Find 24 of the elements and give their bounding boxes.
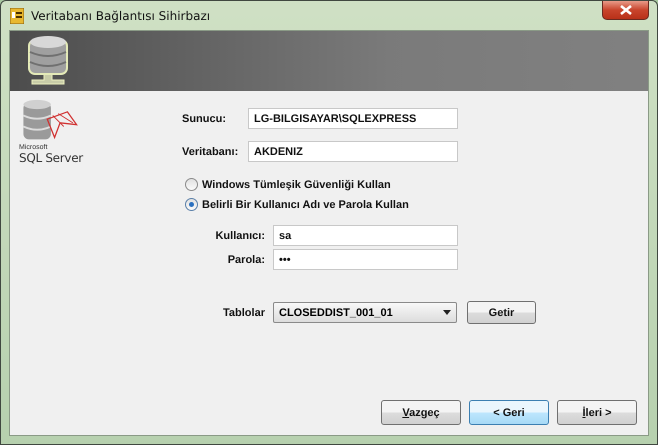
field-label: Sunucu: xyxy=(182,112,227,124)
close-icon xyxy=(620,5,632,15)
wizard-button[interactable]: < Geri xyxy=(469,400,549,425)
close-button[interactable] xyxy=(602,1,649,20)
app-icon xyxy=(10,8,24,24)
field-label: Tablolar xyxy=(222,306,265,318)
radio-label: Windows Tümleşik Güvenliği Kullan xyxy=(202,178,391,190)
radio-button[interactable] xyxy=(185,198,198,211)
wizard-button[interactable]: Vazgeç xyxy=(381,400,461,425)
wizard-button[interactable]: İleri > xyxy=(557,400,637,425)
fetch-button[interactable]: Getir xyxy=(467,301,536,324)
logo-product-text: SQL Server xyxy=(19,151,84,165)
database-field[interactable]: AKDENIZ xyxy=(248,141,458,162)
radio-button[interactable] xyxy=(185,178,198,191)
tables-dropdown[interactable]: CLOSEDDIST_001_01 xyxy=(273,302,457,323)
window-title: Veritabanı Bağlantısı Sihirbazı xyxy=(31,8,210,22)
username-field[interactable]: sa xyxy=(273,225,458,246)
server-field[interactable]: LG-BILGISAYAR\SQLEXPRESS xyxy=(248,108,458,129)
password-field[interactable]: ••• xyxy=(273,249,458,270)
radio-label: Belirli Bir Kullanıcı Adı ve Parola Kullan xyxy=(202,198,409,210)
field-label: Parola: xyxy=(226,254,265,266)
caret-icon xyxy=(443,310,451,315)
field-label: Veritabanı: xyxy=(182,146,240,158)
field-label: Kullanıcı: xyxy=(214,230,265,242)
